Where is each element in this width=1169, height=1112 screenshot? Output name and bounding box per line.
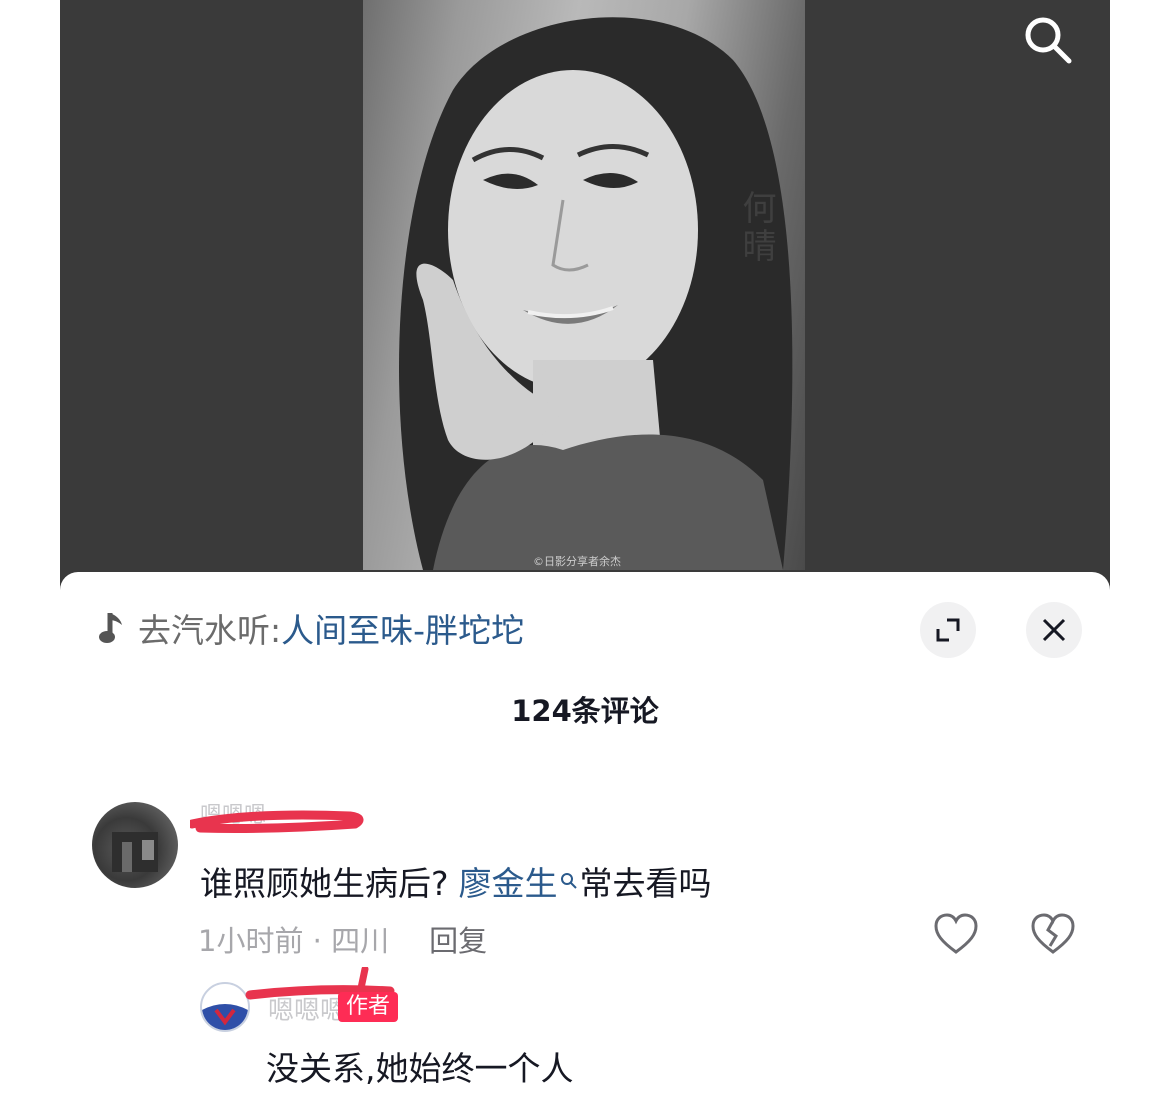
reply-button[interactable]: 回复 bbox=[429, 918, 487, 960]
heart-icon bbox=[934, 913, 978, 954]
comment-sheet: 去汽水听: 人间至味-胖坨坨 124条评论 嗯嗯嗯 谁照顾她生病后? 廖金生 常… bbox=[60, 572, 1110, 1112]
music-title[interactable]: 人间至味-胖坨坨 bbox=[281, 604, 524, 652]
search-icon bbox=[1025, 17, 1072, 64]
like-button[interactable] bbox=[933, 912, 979, 958]
comment-text-part: 谁照顾她生病后? bbox=[200, 864, 449, 903]
comment-count: 124条评论 bbox=[511, 694, 659, 728]
comment-text: 谁照顾她生病后? 廖金生 常去看吗 bbox=[200, 857, 712, 905]
username-redaction: 嗯嗯嗯 bbox=[190, 803, 364, 833]
comment-time-location: 1小时前 · 四川 bbox=[198, 924, 390, 958]
comment-meta: 1小时前 · 四川 回复 bbox=[198, 918, 487, 960]
video-player[interactable]: 何晴 ©日影分享者余杰 bbox=[60, 0, 1110, 600]
portrait-photo: 何晴 ©日影分享者余杰 bbox=[363, 0, 805, 570]
author-badge: 作者 bbox=[338, 992, 399, 1022]
dislike-button[interactable] bbox=[1030, 912, 1076, 958]
mention-link[interactable]: 廖金生 bbox=[459, 857, 558, 905]
search-button[interactable] bbox=[1020, 12, 1076, 68]
reply-text: 没关系,她始终一个人 bbox=[266, 1049, 574, 1088]
broken-heart-icon bbox=[1031, 913, 1075, 954]
vertical-name-text: 何晴 bbox=[736, 190, 798, 266]
close-button[interactable] bbox=[1026, 602, 1082, 658]
music-prefix: 去汽水听: bbox=[138, 611, 282, 650]
search-icon bbox=[560, 859, 578, 889]
music-note-icon bbox=[98, 611, 126, 645]
avatar[interactable] bbox=[92, 802, 178, 888]
expand-icon bbox=[936, 618, 960, 642]
close-icon bbox=[1042, 618, 1066, 642]
music-link[interactable]: 去汽水听: 人间至味-胖坨坨 bbox=[98, 608, 524, 650]
watermark: ©日影分享者余杰 bbox=[533, 555, 621, 568]
comment-text-part: 常去看吗 bbox=[579, 864, 712, 903]
expand-button[interactable] bbox=[920, 602, 976, 658]
portrait-illustration bbox=[399, 17, 793, 570]
